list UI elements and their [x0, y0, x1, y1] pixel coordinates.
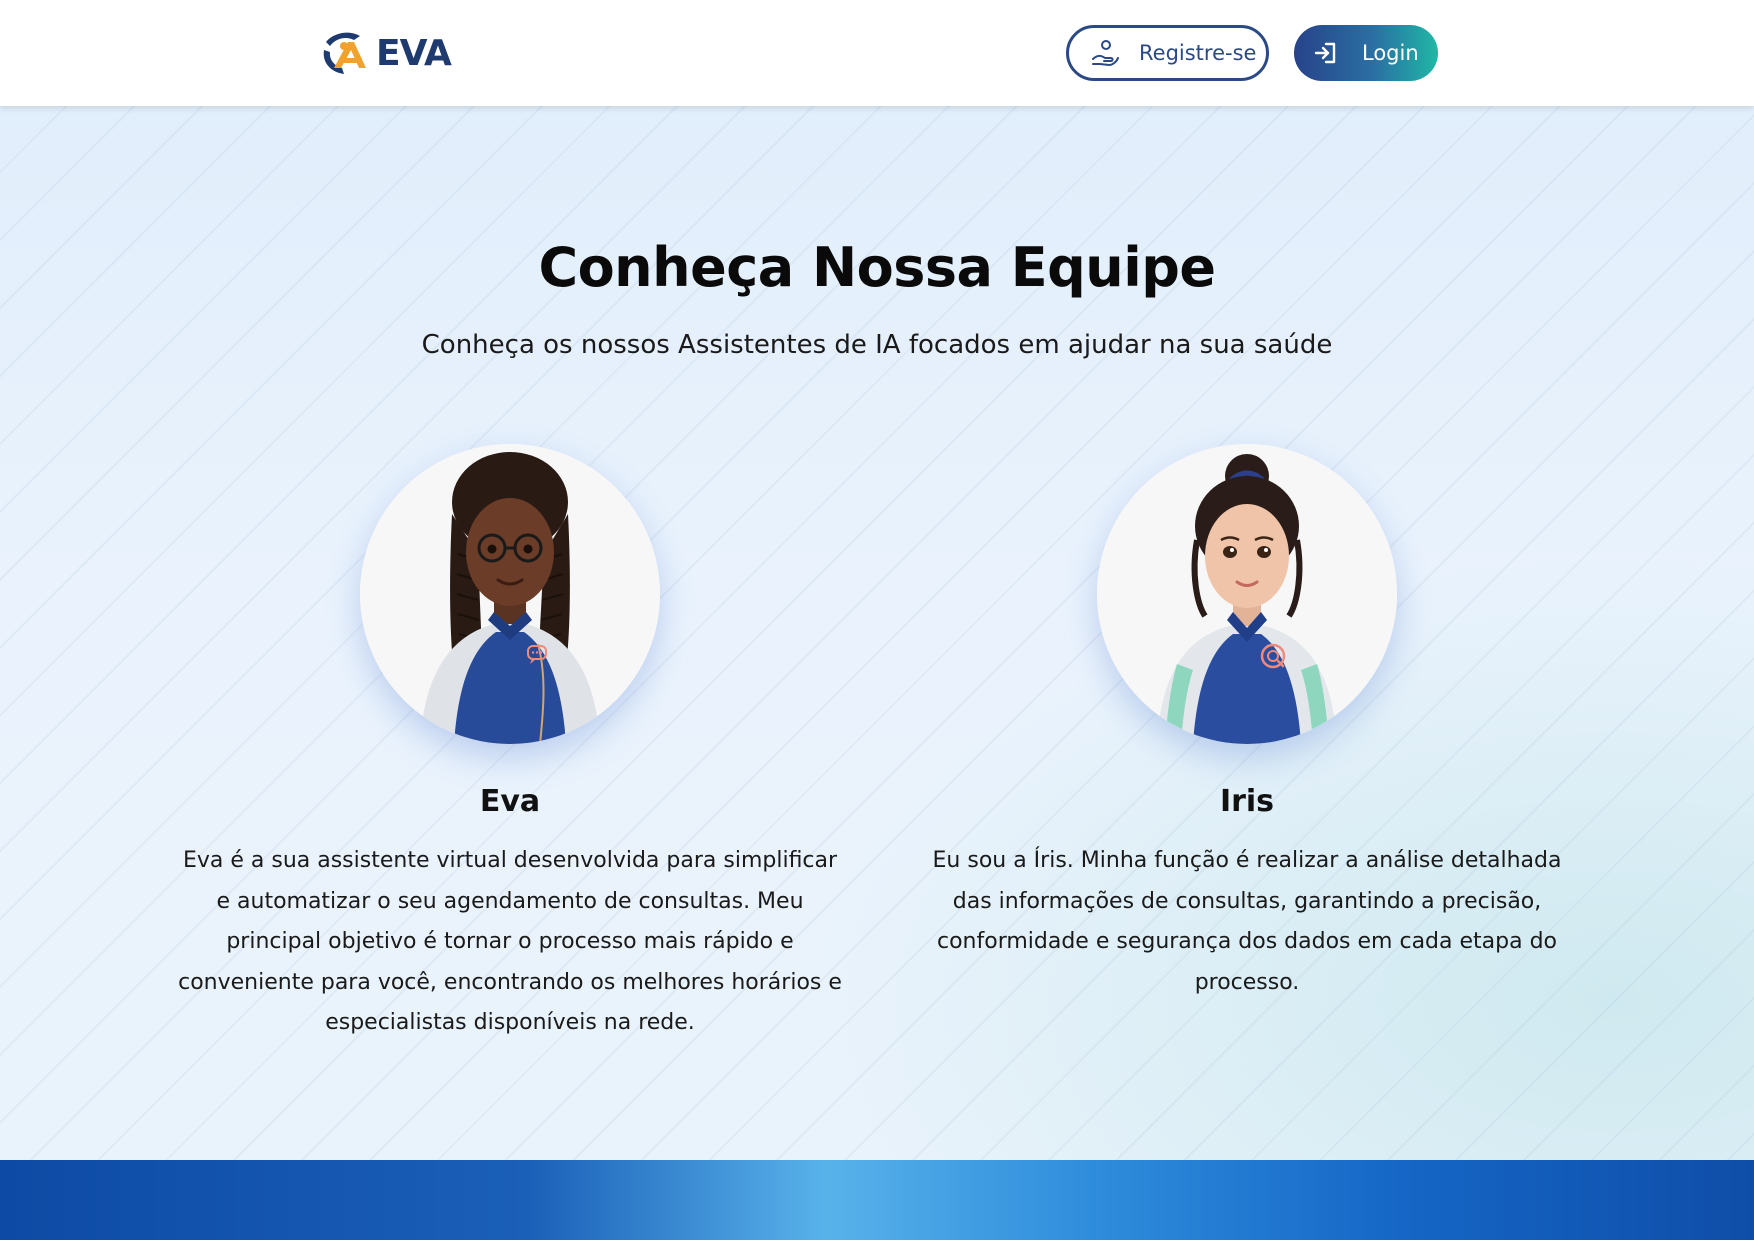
iris-avatar — [1097, 444, 1397, 744]
top-navbar: EVA Registre-se Login — [0, 0, 1754, 106]
page-title: Conheça Nossa Equipe — [538, 236, 1216, 299]
login-button-label: Login — [1362, 41, 1419, 65]
member-description: Eva é a sua assistente virtual desenvolv… — [178, 848, 842, 1035]
footer-band — [0, 1160, 1754, 1240]
team-card-eva: Eva Eva é a sua assistente virtual desen… — [170, 444, 850, 1044]
register-button-label: Registre-se — [1139, 41, 1257, 65]
team-card-iris: Iris Eu sou a Íris. Minha função é reali… — [907, 444, 1587, 1003]
login-button[interactable]: Login — [1294, 25, 1438, 81]
page-subtitle: Conheça os nossos Assistentes de IA foca… — [421, 330, 1333, 360]
eva-logo-mark-icon — [323, 32, 366, 74]
team-section: Conheça Nossa Equipe Conheça os nossos A… — [0, 106, 1754, 1160]
eva-avatar — [360, 444, 660, 744]
logo-text: EVA — [376, 32, 452, 74]
member-description: Eu sou a Íris. Minha função é realizar a… — [932, 848, 1562, 995]
member-name: Iris — [1219, 784, 1275, 819]
eva-portrait-image — [360, 444, 660, 744]
register-button[interactable]: Registre-se — [1066, 25, 1269, 81]
member-name: Eva — [479, 784, 541, 819]
user-plus-hand-icon — [1092, 40, 1119, 66]
login-arrow-icon — [1314, 42, 1336, 64]
iris-portrait-image — [1097, 444, 1397, 744]
eva-logo[interactable]: EVA — [320, 28, 452, 78]
